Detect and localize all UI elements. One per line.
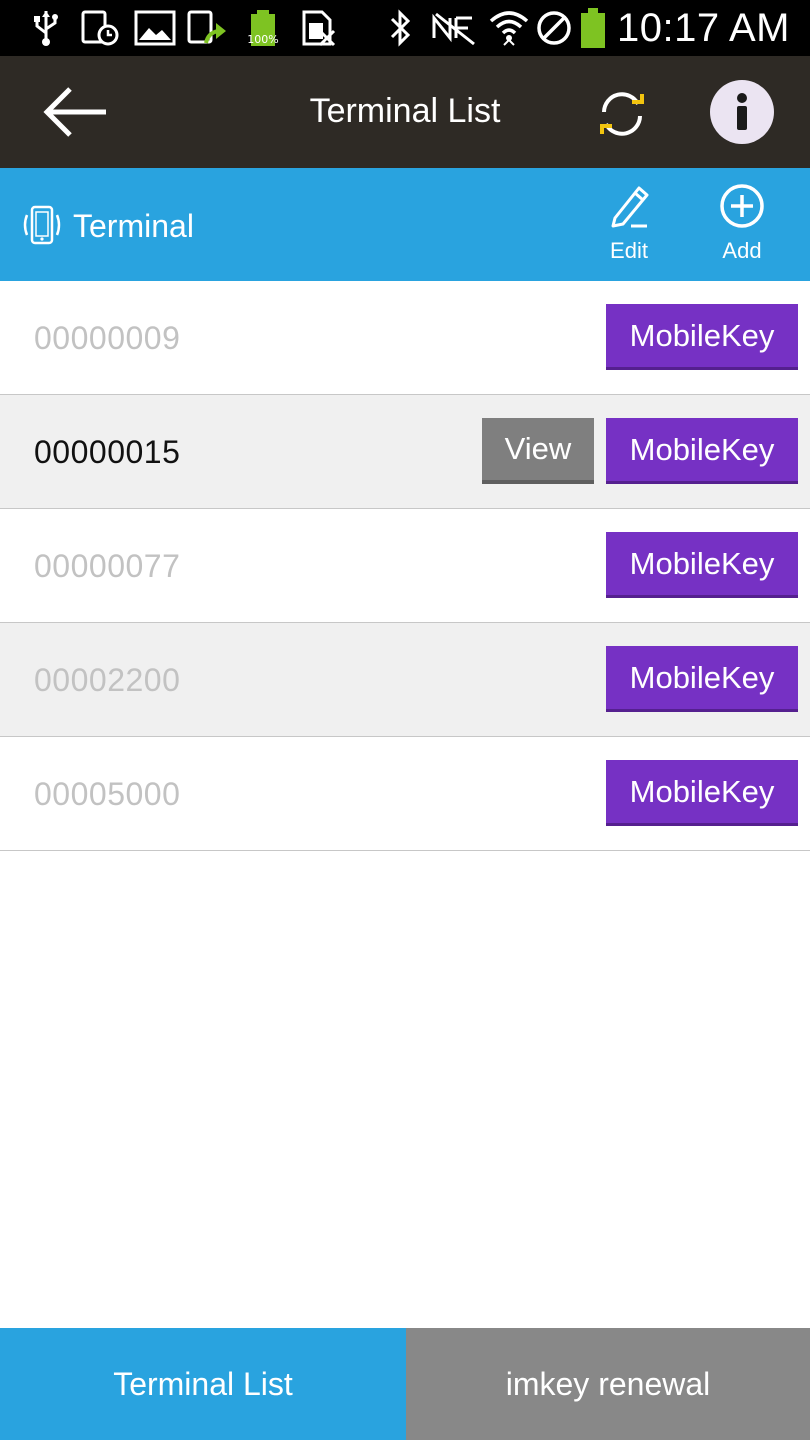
terminal-row[interactable]: 00000015 View MobileKey: [0, 395, 810, 509]
mobilekey-button[interactable]: MobileKey: [606, 646, 798, 712]
screen-timer-icon: [80, 8, 120, 48]
svg-text:100%: 100%: [247, 33, 278, 46]
add-label: Add: [722, 238, 762, 263]
terminal-id: 00000009: [34, 320, 181, 356]
tab-terminal-list[interactable]: Terminal List: [0, 1328, 406, 1440]
bottom-tabs: Terminal List imkey renewal: [0, 1328, 810, 1440]
status-time: 10:17 AM: [616, 6, 790, 50]
info-button[interactable]: [710, 80, 774, 144]
mobilekey-button[interactable]: MobileKey: [606, 304, 798, 370]
terminal-toolbar: Terminal Edit Add: [0, 168, 810, 281]
terminal-row[interactable]: 00000009 MobileKey: [0, 281, 810, 395]
info-icon: [737, 93, 747, 130]
blocked-icon: [534, 8, 574, 48]
battery-full-icon: 100%: [246, 8, 280, 48]
battery-icon: [578, 8, 608, 48]
terminal-id: 00000015: [34, 434, 181, 470]
edit-label: Edit: [610, 238, 648, 263]
add-button[interactable]: Add: [697, 182, 787, 272]
refresh-button[interactable]: [596, 88, 648, 140]
nfc-muted-icon: [430, 8, 478, 48]
terminal-phone-icon: [23, 205, 61, 245]
image-icon: [134, 8, 176, 48]
terminal-row[interactable]: 00000077 MobileKey: [0, 509, 810, 623]
status-bar: 100% 10:17 AM: [0, 0, 810, 56]
add-circle-icon: [720, 184, 764, 228]
section-label: Terminal: [73, 208, 194, 244]
terminal-id: 00005000: [34, 776, 181, 812]
edit-button[interactable]: Edit: [584, 182, 674, 272]
mobilekey-button[interactable]: MobileKey: [606, 418, 798, 484]
bluetooth-icon: [386, 8, 414, 48]
terminal-row[interactable]: 00002200 MobileKey: [0, 623, 810, 737]
app-bar: Terminal List: [0, 56, 810, 168]
view-button[interactable]: View: [482, 418, 594, 484]
refresh-icon: [600, 92, 644, 136]
tab-imkey-renewal[interactable]: imkey renewal: [406, 1328, 810, 1440]
mobilekey-button[interactable]: MobileKey: [606, 532, 798, 598]
wifi-icon: [488, 8, 530, 48]
page-title: Terminal List: [309, 92, 501, 130]
mobilekey-button[interactable]: MobileKey: [606, 760, 798, 826]
terminal-list: 00000009 MobileKey 00000015 View MobileK…: [0, 281, 810, 851]
terminal-id: 00000077: [34, 548, 181, 584]
usb-icon: [30, 8, 62, 48]
upload-icon: [186, 8, 230, 48]
pencil-icon: [611, 186, 649, 228]
no-sim-icon: [300, 8, 336, 48]
terminal-id: 00002200: [34, 662, 181, 698]
terminal-row[interactable]: 00005000 MobileKey: [0, 737, 810, 851]
